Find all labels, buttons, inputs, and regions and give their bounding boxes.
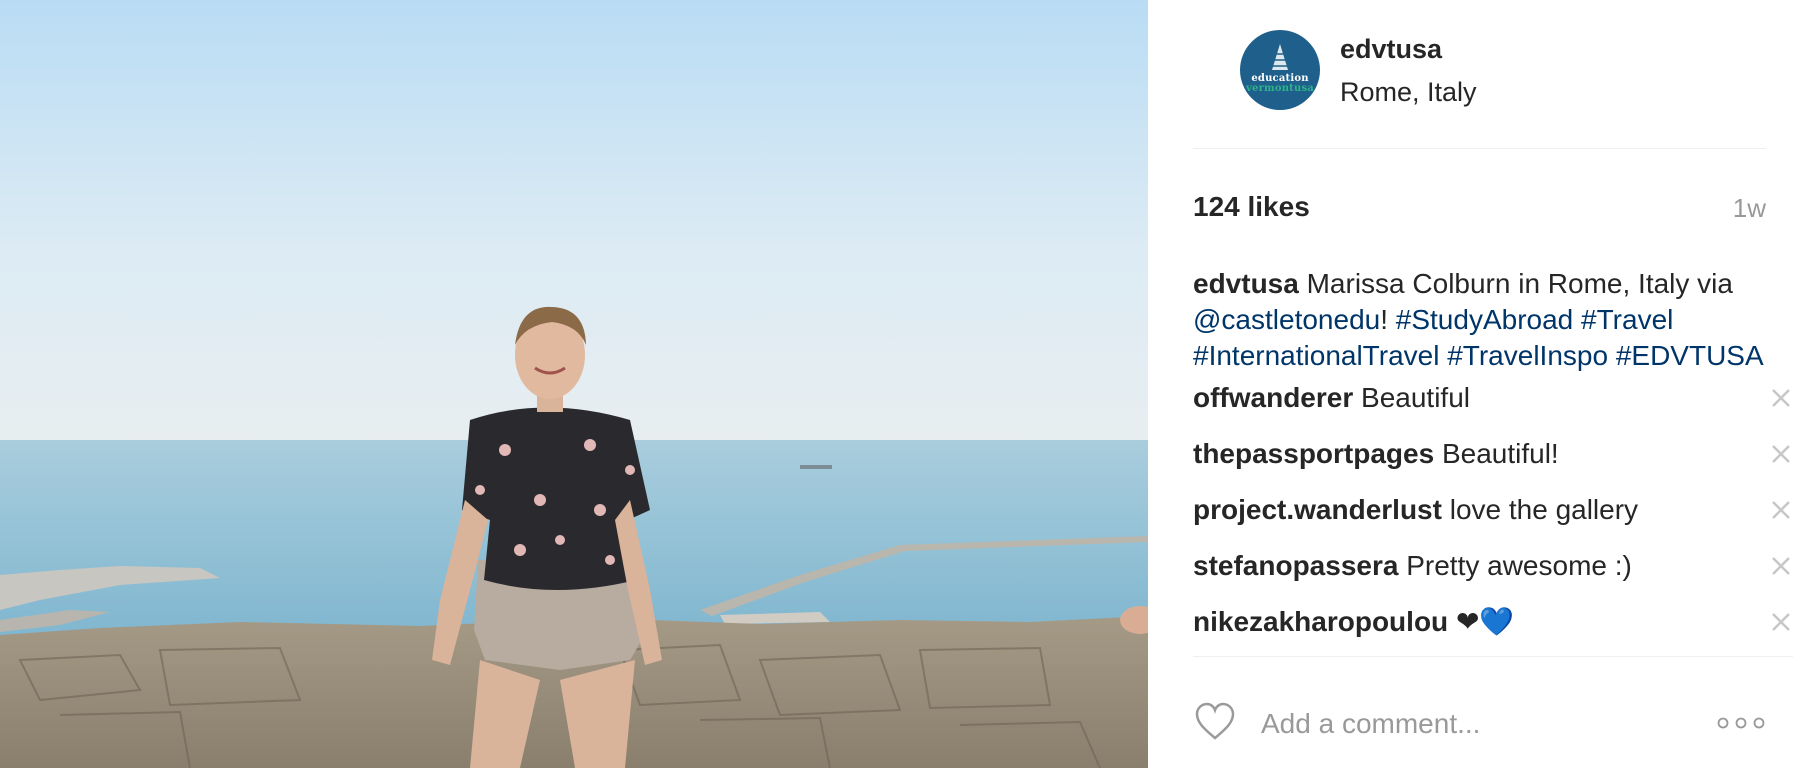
caption-mention[interactable]: @castletonedu [1193, 304, 1380, 335]
comment-username[interactable]: project.wanderlust [1193, 494, 1442, 525]
instagram-post: education vermontusa edvtusa Rome, Italy… [0, 0, 1806, 768]
post-time[interactable]: 1w [1733, 193, 1766, 224]
post-sidebar: education vermontusa edvtusa Rome, Italy… [1148, 0, 1806, 768]
comment-username[interactable]: stefanopassera [1193, 550, 1398, 581]
hashtag[interactable]: #StudyAbroad [1396, 304, 1573, 335]
post-footer [1193, 700, 1766, 750]
delete-comment-icon[interactable] [1769, 498, 1793, 522]
comment-username[interactable]: thepassportpages [1193, 438, 1434, 469]
more-options-icon[interactable] [1716, 716, 1766, 730]
caption-username[interactable]: edvtusa [1193, 268, 1299, 299]
heart-outline-icon[interactable] [1193, 700, 1237, 744]
delete-comment-icon[interactable] [1769, 386, 1793, 410]
caption-text-2: ! [1380, 304, 1396, 335]
likes-count[interactable]: 124 likes [1193, 191, 1310, 223]
delete-comment-icon[interactable] [1769, 554, 1793, 578]
post-photo[interactable] [0, 0, 1148, 768]
avatar-logo-text-bottom: vermontusa [1246, 82, 1314, 94]
post-caption: edvtusa Marissa Colburn in Rome, Italy v… [1193, 266, 1793, 374]
comment-item: thepassportpages Beautiful! [1193, 436, 1793, 486]
comment-text: Pretty awesome :) [1406, 550, 1632, 581]
comment-text: ❤💙 [1455, 606, 1515, 637]
hashtag[interactable]: #EDVTUSA [1616, 340, 1764, 371]
hashtag[interactable]: #TravelInspo [1447, 340, 1608, 371]
comment-username[interactable]: nikezakharopoulou [1193, 606, 1448, 637]
avatar[interactable]: education vermontusa [1240, 30, 1320, 110]
comment-text: love the gallery [1449, 494, 1639, 525]
delete-comment-icon[interactable] [1769, 442, 1793, 466]
delete-comment-icon[interactable] [1769, 610, 1793, 634]
comment-item: offwanderer Beautiful [1193, 380, 1793, 430]
caption-text: Marissa Colburn in Rome, Italy via [1298, 268, 1733, 299]
add-comment-input[interactable] [1261, 704, 1721, 744]
photo-image [0, 0, 1148, 768]
header-username[interactable]: edvtusa [1340, 34, 1442, 65]
comment-item: stefanopassera Pretty awesome :) [1193, 548, 1793, 598]
hashtag[interactable]: #InternationalTravel [1193, 340, 1439, 371]
comment-item: project.wanderlust love the gallery [1193, 492, 1793, 542]
comments-list[interactable]: edvtusa Marissa Colburn in Rome, Italy v… [1193, 266, 1793, 657]
comment-text: Beautiful [1361, 382, 1470, 413]
comment-username[interactable]: offwanderer [1193, 382, 1353, 413]
comment-text: Beautiful! [1441, 438, 1559, 469]
comment-item: nikezakharopoulou ❤💙 [1193, 604, 1793, 654]
tree-logo-icon [1272, 44, 1288, 70]
header-location[interactable]: Rome, Italy [1340, 77, 1477, 108]
hashtag[interactable]: #Travel [1581, 304, 1673, 335]
post-header: education vermontusa edvtusa Rome, Italy [1193, 30, 1766, 149]
